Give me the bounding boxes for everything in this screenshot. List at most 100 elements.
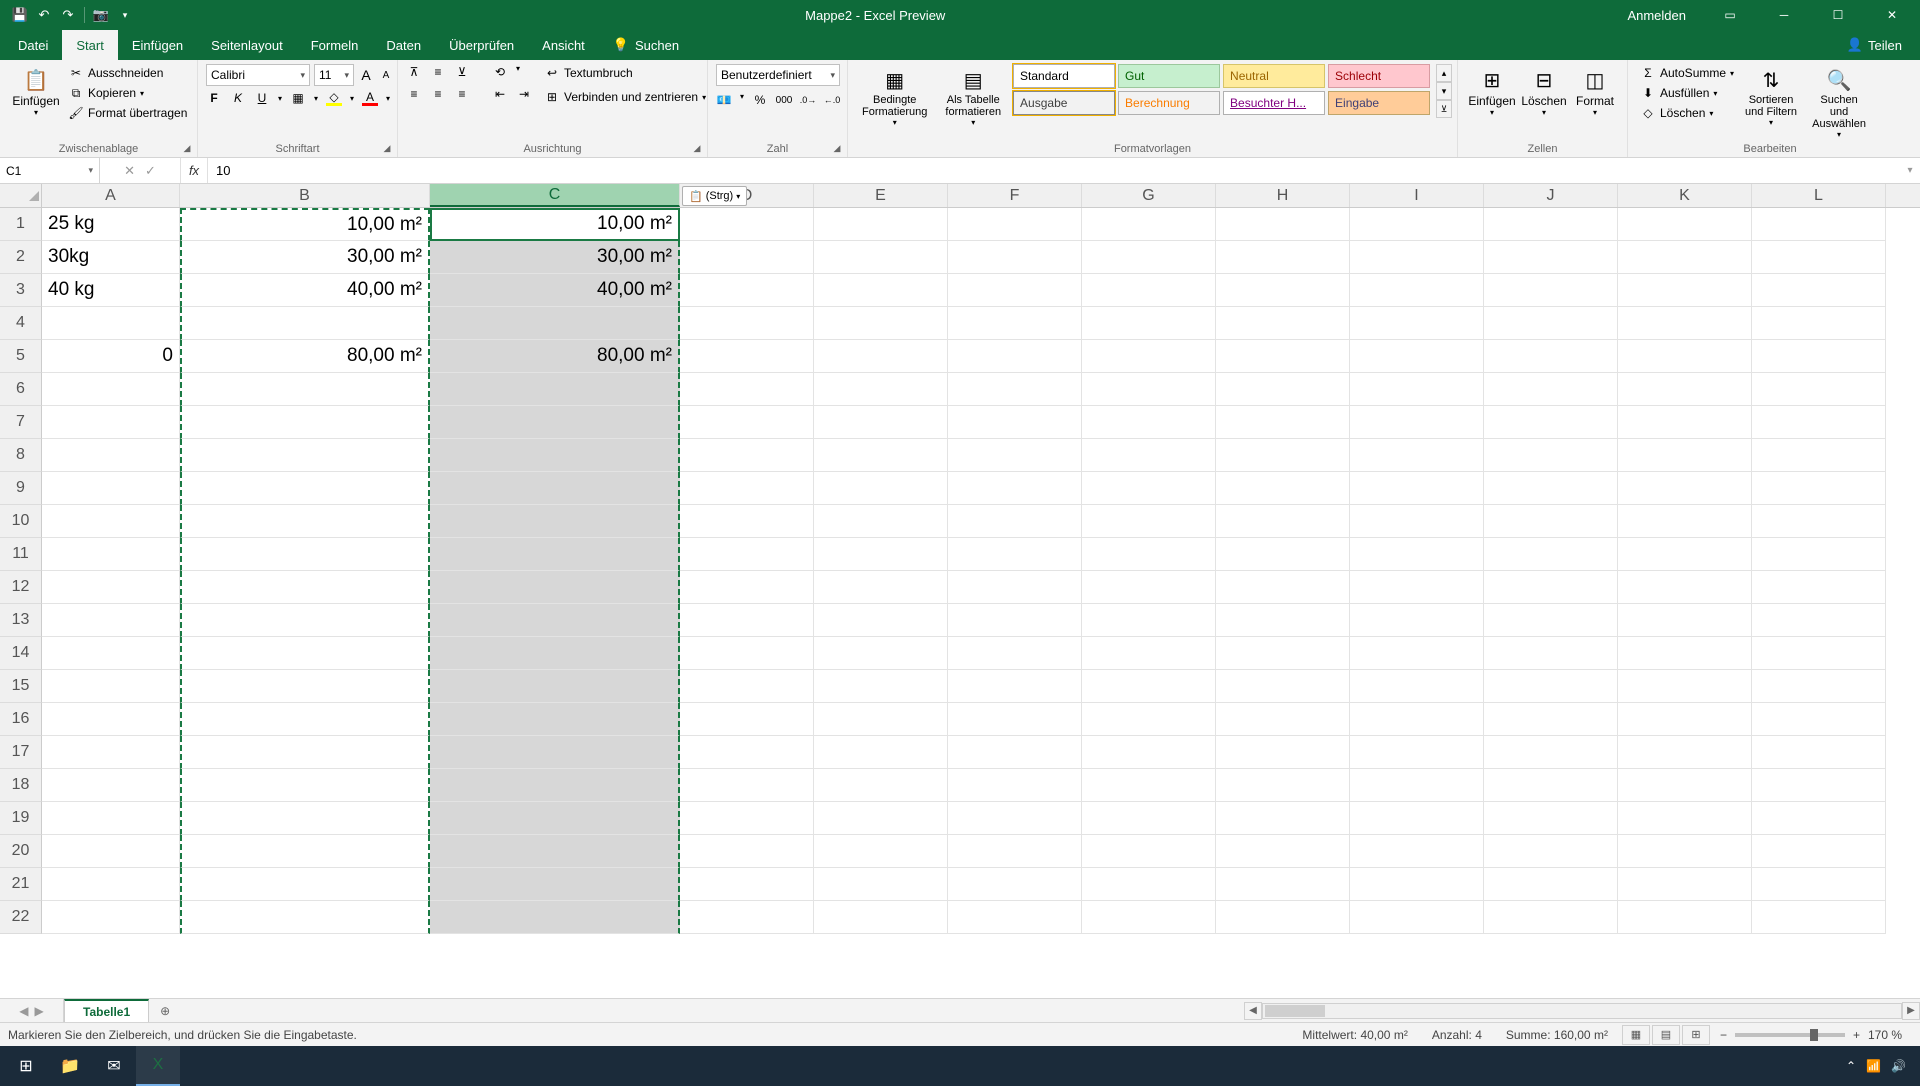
tray-volume-icon[interactable]: 🔊 bbox=[1891, 1059, 1906, 1073]
cell-C21[interactable] bbox=[430, 868, 680, 901]
row-header-11[interactable]: 11 bbox=[0, 538, 42, 571]
name-box[interactable]: C1▾ bbox=[0, 158, 100, 183]
cell-A13[interactable] bbox=[42, 604, 180, 637]
cell-K22[interactable] bbox=[1618, 901, 1752, 934]
cell-D5[interactable] bbox=[680, 340, 814, 373]
paste-options-tag[interactable]: 📋 (Strg) ▾ bbox=[682, 186, 747, 206]
tab-ansicht[interactable]: Ansicht bbox=[528, 30, 599, 60]
cell-J22[interactable] bbox=[1484, 901, 1618, 934]
cell-K2[interactable] bbox=[1618, 241, 1752, 274]
cell-E2[interactable] bbox=[814, 241, 948, 274]
cell-B22[interactable] bbox=[180, 901, 430, 934]
cell-D13[interactable] bbox=[680, 604, 814, 637]
cell-E6[interactable] bbox=[814, 373, 948, 406]
row-header-15[interactable]: 15 bbox=[0, 670, 42, 703]
row-header-3[interactable]: 3 bbox=[0, 274, 42, 307]
cell-F16[interactable] bbox=[948, 703, 1082, 736]
cell-style-4[interactable]: Ausgabe bbox=[1013, 91, 1115, 115]
cell-A3[interactable]: 40 kg bbox=[42, 274, 180, 307]
align-left-icon[interactable]: ≡ bbox=[406, 86, 422, 102]
row-header-2[interactable]: 2 bbox=[0, 241, 42, 274]
cell-J19[interactable] bbox=[1484, 802, 1618, 835]
wrap-text-button[interactable]: ↩Textumbruch bbox=[540, 64, 710, 82]
cell-I2[interactable] bbox=[1350, 241, 1484, 274]
add-sheet-button[interactable]: ⊕ bbox=[149, 999, 181, 1022]
tab-einfügen[interactable]: Einfügen bbox=[118, 30, 197, 60]
cell-H16[interactable] bbox=[1216, 703, 1350, 736]
cell-C2[interactable]: 30,00 m² bbox=[430, 241, 680, 274]
cell-K18[interactable] bbox=[1618, 769, 1752, 802]
cell-L14[interactable] bbox=[1752, 637, 1886, 670]
cell-J11[interactable] bbox=[1484, 538, 1618, 571]
cell-F4[interactable] bbox=[948, 307, 1082, 340]
cell-E4[interactable] bbox=[814, 307, 948, 340]
tab-start[interactable]: Start bbox=[62, 30, 117, 60]
styles-scroll-up[interactable]: ▴ bbox=[1436, 64, 1452, 82]
cell-A21[interactable] bbox=[42, 868, 180, 901]
cell-E18[interactable] bbox=[814, 769, 948, 802]
cell-E9[interactable] bbox=[814, 472, 948, 505]
clipboard-launcher[interactable]: ◢ bbox=[181, 143, 193, 155]
cell-L11[interactable] bbox=[1752, 538, 1886, 571]
cell-style-0[interactable]: Standard bbox=[1013, 64, 1115, 88]
cell-K4[interactable] bbox=[1618, 307, 1752, 340]
hscroll-left[interactable]: ◀ bbox=[1244, 1002, 1262, 1020]
cell-A15[interactable] bbox=[42, 670, 180, 703]
zoom-in-button[interactable]: + bbox=[1853, 1028, 1860, 1042]
alignment-launcher[interactable]: ◢ bbox=[691, 143, 703, 155]
cell-C17[interactable] bbox=[430, 736, 680, 769]
font-name-dropdown[interactable]: Calibri▾ bbox=[206, 64, 310, 86]
cell-I17[interactable] bbox=[1350, 736, 1484, 769]
cell-F9[interactable] bbox=[948, 472, 1082, 505]
cell-G20[interactable] bbox=[1082, 835, 1216, 868]
cell-K10[interactable] bbox=[1618, 505, 1752, 538]
find-select-button[interactable]: 🔍Suchen und Auswählen▾ bbox=[1804, 64, 1874, 141]
insert-cells-button[interactable]: ⊞Einfügen▾ bbox=[1466, 64, 1518, 119]
cell-K11[interactable] bbox=[1618, 538, 1752, 571]
col-header-I[interactable]: I bbox=[1350, 184, 1484, 207]
taskbar-mail[interactable]: ✉ bbox=[92, 1046, 136, 1086]
col-header-B[interactable]: B bbox=[180, 184, 430, 207]
cell-L15[interactable] bbox=[1752, 670, 1886, 703]
cell-G9[interactable] bbox=[1082, 472, 1216, 505]
cell-J10[interactable] bbox=[1484, 505, 1618, 538]
cell-I3[interactable] bbox=[1350, 274, 1484, 307]
cell-B8[interactable] bbox=[180, 439, 430, 472]
cell-D19[interactable] bbox=[680, 802, 814, 835]
row-header-21[interactable]: 21 bbox=[0, 868, 42, 901]
col-header-L[interactable]: L bbox=[1752, 184, 1886, 207]
cell-D15[interactable] bbox=[680, 670, 814, 703]
cell-I18[interactable] bbox=[1350, 769, 1484, 802]
col-header-K[interactable]: K bbox=[1618, 184, 1752, 207]
align-top-icon[interactable]: ⊼ bbox=[406, 64, 422, 80]
cell-E15[interactable] bbox=[814, 670, 948, 703]
cell-K14[interactable] bbox=[1618, 637, 1752, 670]
cell-E19[interactable] bbox=[814, 802, 948, 835]
cell-B1[interactable]: 10,00 m² bbox=[180, 208, 430, 241]
cell-B21[interactable] bbox=[180, 868, 430, 901]
cell-H7[interactable] bbox=[1216, 406, 1350, 439]
cell-J18[interactable] bbox=[1484, 769, 1618, 802]
cell-D2[interactable] bbox=[680, 241, 814, 274]
col-header-G[interactable]: G bbox=[1082, 184, 1216, 207]
cell-E16[interactable] bbox=[814, 703, 948, 736]
cell-H10[interactable] bbox=[1216, 505, 1350, 538]
hscroll-right[interactable]: ▶ bbox=[1902, 1002, 1920, 1020]
cell-L16[interactable] bbox=[1752, 703, 1886, 736]
redo-icon[interactable]: ↷ bbox=[60, 7, 76, 23]
cell-I4[interactable] bbox=[1350, 307, 1484, 340]
cell-J15[interactable] bbox=[1484, 670, 1618, 703]
cell-L3[interactable] bbox=[1752, 274, 1886, 307]
cell-C10[interactable] bbox=[430, 505, 680, 538]
cell-J12[interactable] bbox=[1484, 571, 1618, 604]
merge-center-button[interactable]: ⊞Verbinden und zentrieren▾ bbox=[540, 88, 710, 106]
col-header-J[interactable]: J bbox=[1484, 184, 1618, 207]
cell-D3[interactable] bbox=[680, 274, 814, 307]
row-header-17[interactable]: 17 bbox=[0, 736, 42, 769]
comma-icon[interactable]: 000 bbox=[776, 92, 792, 108]
cell-C9[interactable] bbox=[430, 472, 680, 505]
cell-B4[interactable] bbox=[180, 307, 430, 340]
cell-I10[interactable] bbox=[1350, 505, 1484, 538]
cell-C15[interactable] bbox=[430, 670, 680, 703]
cell-K3[interactable] bbox=[1618, 274, 1752, 307]
